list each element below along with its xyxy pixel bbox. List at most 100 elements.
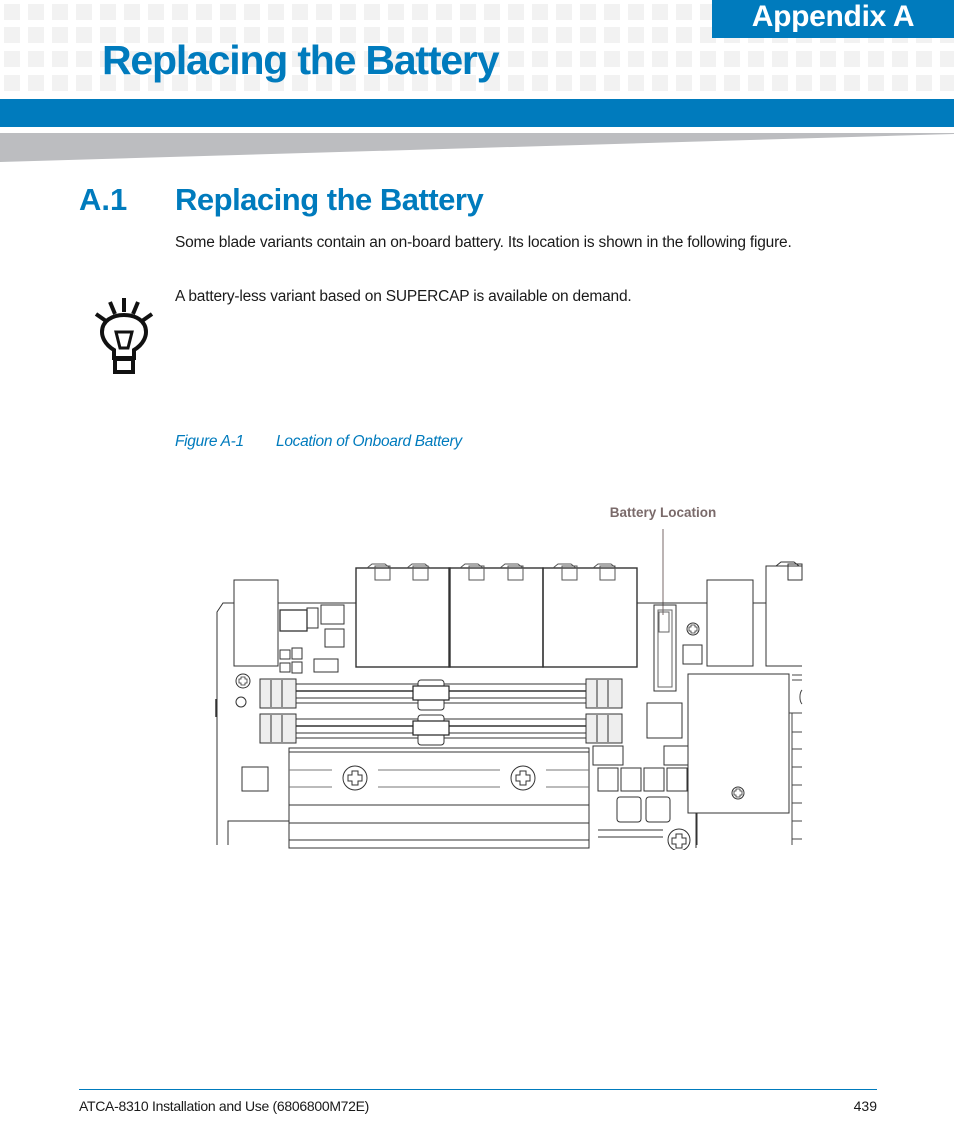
grid-square xyxy=(556,51,572,67)
connector-block-2 xyxy=(448,567,544,668)
grid-square xyxy=(196,4,212,20)
grid-square xyxy=(940,75,954,91)
screw-icon xyxy=(235,673,251,689)
grid-square xyxy=(700,51,716,67)
figure-title: Location of Onboard Battery xyxy=(276,433,462,450)
grid-square xyxy=(52,75,68,91)
grid-square xyxy=(628,27,644,43)
section-intro-text: Some blade variants contain an on-board … xyxy=(175,234,792,251)
battery-holder[interactable] xyxy=(653,604,677,692)
grid-square xyxy=(508,51,524,67)
grid-square xyxy=(604,27,620,43)
grid-square xyxy=(772,51,788,67)
section-number: A.1 xyxy=(79,182,128,217)
screw-icon xyxy=(667,828,691,850)
connector-block-1 xyxy=(355,567,451,668)
screw-icon xyxy=(686,622,700,636)
battery-location-label: Battery Location xyxy=(610,505,717,520)
grid-square xyxy=(148,4,164,20)
grid-square xyxy=(940,51,954,67)
grid-square xyxy=(76,4,92,20)
left-connector xyxy=(233,579,279,667)
grid-square xyxy=(508,75,524,91)
chapter-title: Replacing the Battery xyxy=(102,37,499,83)
grid-square xyxy=(76,27,92,43)
grid-square xyxy=(508,4,524,20)
figure-number: Figure A-1 xyxy=(175,433,244,450)
connector-block-3 xyxy=(542,567,638,668)
grid-square xyxy=(892,51,908,67)
grid-square xyxy=(676,51,692,67)
grid-square xyxy=(52,27,68,43)
grid-square xyxy=(628,51,644,67)
grid-square xyxy=(4,51,20,67)
grid-square xyxy=(652,27,668,43)
grid-square xyxy=(4,75,20,91)
grid-square xyxy=(748,75,764,91)
grid-square xyxy=(484,4,500,20)
grid-square xyxy=(604,75,620,91)
grid-square xyxy=(844,75,860,91)
grid-square xyxy=(652,51,668,67)
cpu-heatsink xyxy=(288,747,590,849)
grid-square xyxy=(748,51,764,67)
grid-square xyxy=(4,27,20,43)
grid-square xyxy=(364,4,380,20)
header-blue-bar xyxy=(0,99,954,127)
grid-square xyxy=(724,51,740,67)
grid-square xyxy=(580,75,596,91)
grid-square xyxy=(868,75,884,91)
grid-square xyxy=(52,4,68,20)
grid-square xyxy=(700,75,716,91)
grid-square xyxy=(28,75,44,91)
header-gray-wedge xyxy=(0,133,954,162)
grid-square xyxy=(244,4,260,20)
lightbulb-icon xyxy=(94,298,154,374)
grid-square xyxy=(796,75,812,91)
grid-square xyxy=(916,51,932,67)
grid-square xyxy=(76,75,92,91)
battery[interactable] xyxy=(658,611,670,633)
grid-square xyxy=(460,4,476,20)
grid-square xyxy=(100,4,116,20)
module-block xyxy=(687,673,790,814)
grid-square xyxy=(52,51,68,67)
grid-square xyxy=(28,4,44,20)
grid-square xyxy=(676,4,692,20)
grid-square xyxy=(820,51,836,67)
grid-square xyxy=(412,4,428,20)
grid-square xyxy=(580,4,596,20)
grid-square xyxy=(580,27,596,43)
grid-square xyxy=(28,51,44,67)
grid-square xyxy=(556,4,572,20)
dimm-slot-1 xyxy=(259,678,623,711)
appendix-label: Appendix A xyxy=(712,0,954,38)
grid-square xyxy=(388,4,404,20)
grid-square xyxy=(868,51,884,67)
grid-square xyxy=(628,75,644,91)
grid-square xyxy=(892,75,908,91)
grid-square xyxy=(532,51,548,67)
grid-square xyxy=(4,4,20,20)
grid-square xyxy=(172,4,188,20)
grid-square xyxy=(436,4,452,20)
grid-square xyxy=(724,75,740,91)
screw-icon xyxy=(342,765,368,791)
screw-icon xyxy=(510,765,536,791)
grid-square xyxy=(844,51,860,67)
note-text: A battery-less variant based on SUPERCAP… xyxy=(175,288,632,305)
grid-square xyxy=(28,27,44,43)
screw-icon xyxy=(731,786,745,800)
grid-square xyxy=(604,4,620,20)
grid-square xyxy=(628,4,644,20)
footer-document-title: ATCA-8310 Installation and Use (6806800M… xyxy=(79,1098,370,1114)
grid-square xyxy=(268,4,284,20)
grid-square xyxy=(532,27,548,43)
grid-square xyxy=(316,4,332,20)
grid-square xyxy=(652,75,668,91)
grid-square xyxy=(124,4,140,20)
board-outline xyxy=(216,602,234,845)
footer-rule xyxy=(79,1089,877,1090)
dimm-slot-2 xyxy=(259,713,623,746)
grid-square xyxy=(916,75,932,91)
